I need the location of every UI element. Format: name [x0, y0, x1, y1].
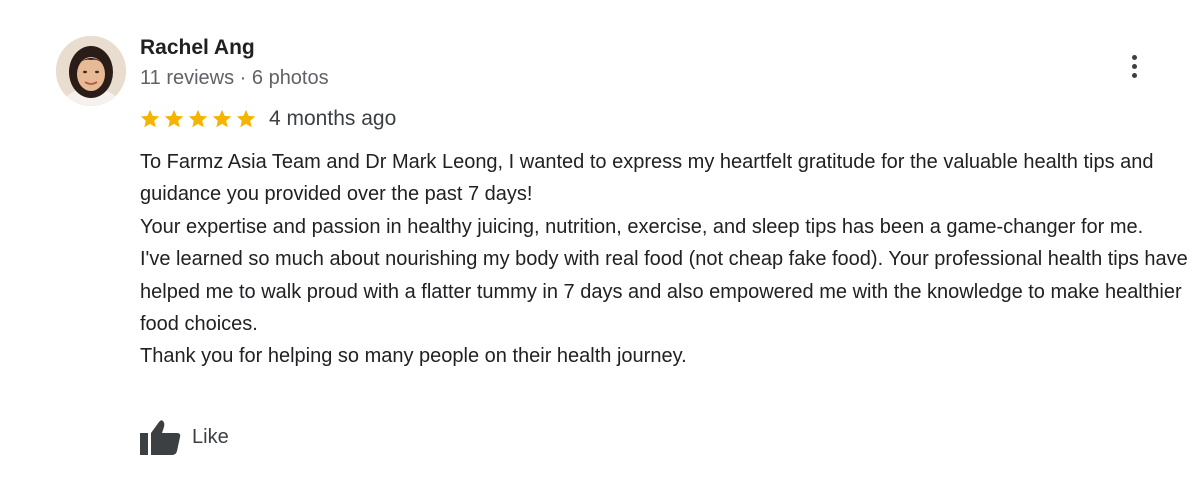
- author-name[interactable]: Rachel Ang: [140, 36, 255, 60]
- more-vert-icon: [1131, 72, 1137, 78]
- star-icon: [188, 109, 208, 128]
- avatar[interactable]: [56, 36, 126, 106]
- star-icon: [140, 109, 160, 128]
- review-paragraph: I've learned so much about nourishing my…: [140, 248, 1188, 336]
- star-icon: [164, 109, 184, 128]
- more-vert-icon: [1131, 54, 1137, 60]
- star-rating: [139, 108, 257, 130]
- more-vert-icon: [1131, 63, 1137, 69]
- star-icon: [212, 109, 232, 128]
- thumbs-up-icon: [140, 420, 181, 455]
- review-paragraph: Thank you for helping so many people on …: [140, 345, 687, 368]
- review-text: To Farmz Asia Team and Dr Mark Leong, I …: [140, 146, 1198, 373]
- rating-row: 4 months ago: [139, 105, 396, 133]
- review-paragraph: To Farmz Asia Team and Dr Mark Leong, I …: [140, 151, 1154, 206]
- author-meta: 11 reviews · 6 photos: [140, 67, 329, 89]
- review-time: 4 months ago: [269, 107, 397, 130]
- more-options-button[interactable]: [1122, 50, 1146, 82]
- like-button[interactable]: Like: [140, 419, 229, 455]
- star-icon: [236, 109, 256, 128]
- review-paragraph: Your expertise and passion in healthy ju…: [140, 215, 1144, 238]
- like-label: Like: [192, 425, 229, 448]
